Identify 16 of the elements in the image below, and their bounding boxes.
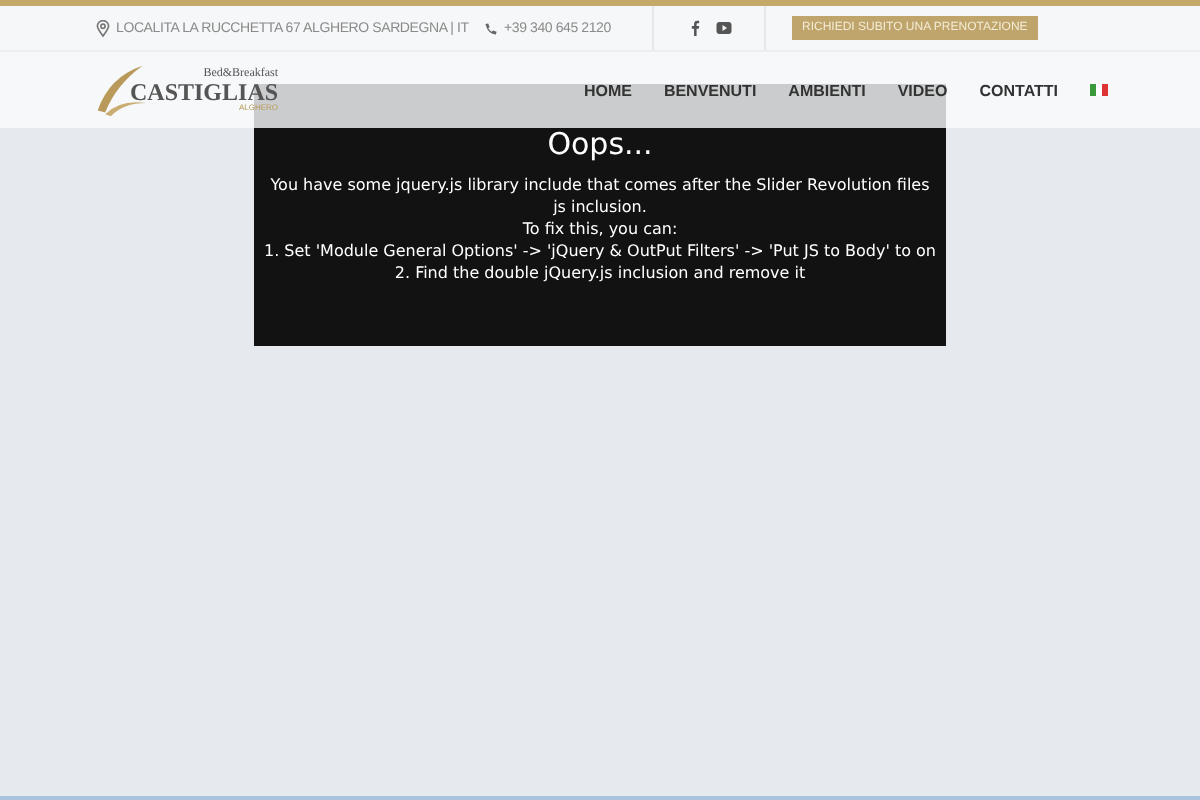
nav-link[interactable]: AMBIENTI (772, 81, 882, 99)
nav-link[interactable]: HOME (567, 81, 648, 99)
nav-link[interactable]: BENVENUTI (647, 81, 773, 99)
nav-link[interactable]: VIDEO (881, 81, 964, 99)
italian-flag-icon[interactable] (1090, 84, 1108, 96)
error-text: 1. Set 'Module General Options' -> 'jQuery & OutPut Filters' -> 'Put JS to Body' to on (263, 240, 936, 262)
location-pin-icon (96, 19, 110, 37)
video-play-icon[interactable] (716, 22, 732, 34)
error-text: To fix this, you can: (522, 218, 678, 240)
logo-name: CASTIGLIAS (130, 80, 279, 104)
error-text: You have some jquery.js library include that comes after the Slider Revolution files js inclusion. (270, 174, 930, 218)
error-title: Oops... (545, 126, 655, 162)
phone-icon (484, 21, 498, 35)
nav-link[interactable]: CONTATTI (963, 81, 1074, 99)
error-text: 2. Find the double jQuery.js inclusion and remove it (394, 262, 806, 284)
facebook-icon[interactable] (690, 20, 700, 36)
